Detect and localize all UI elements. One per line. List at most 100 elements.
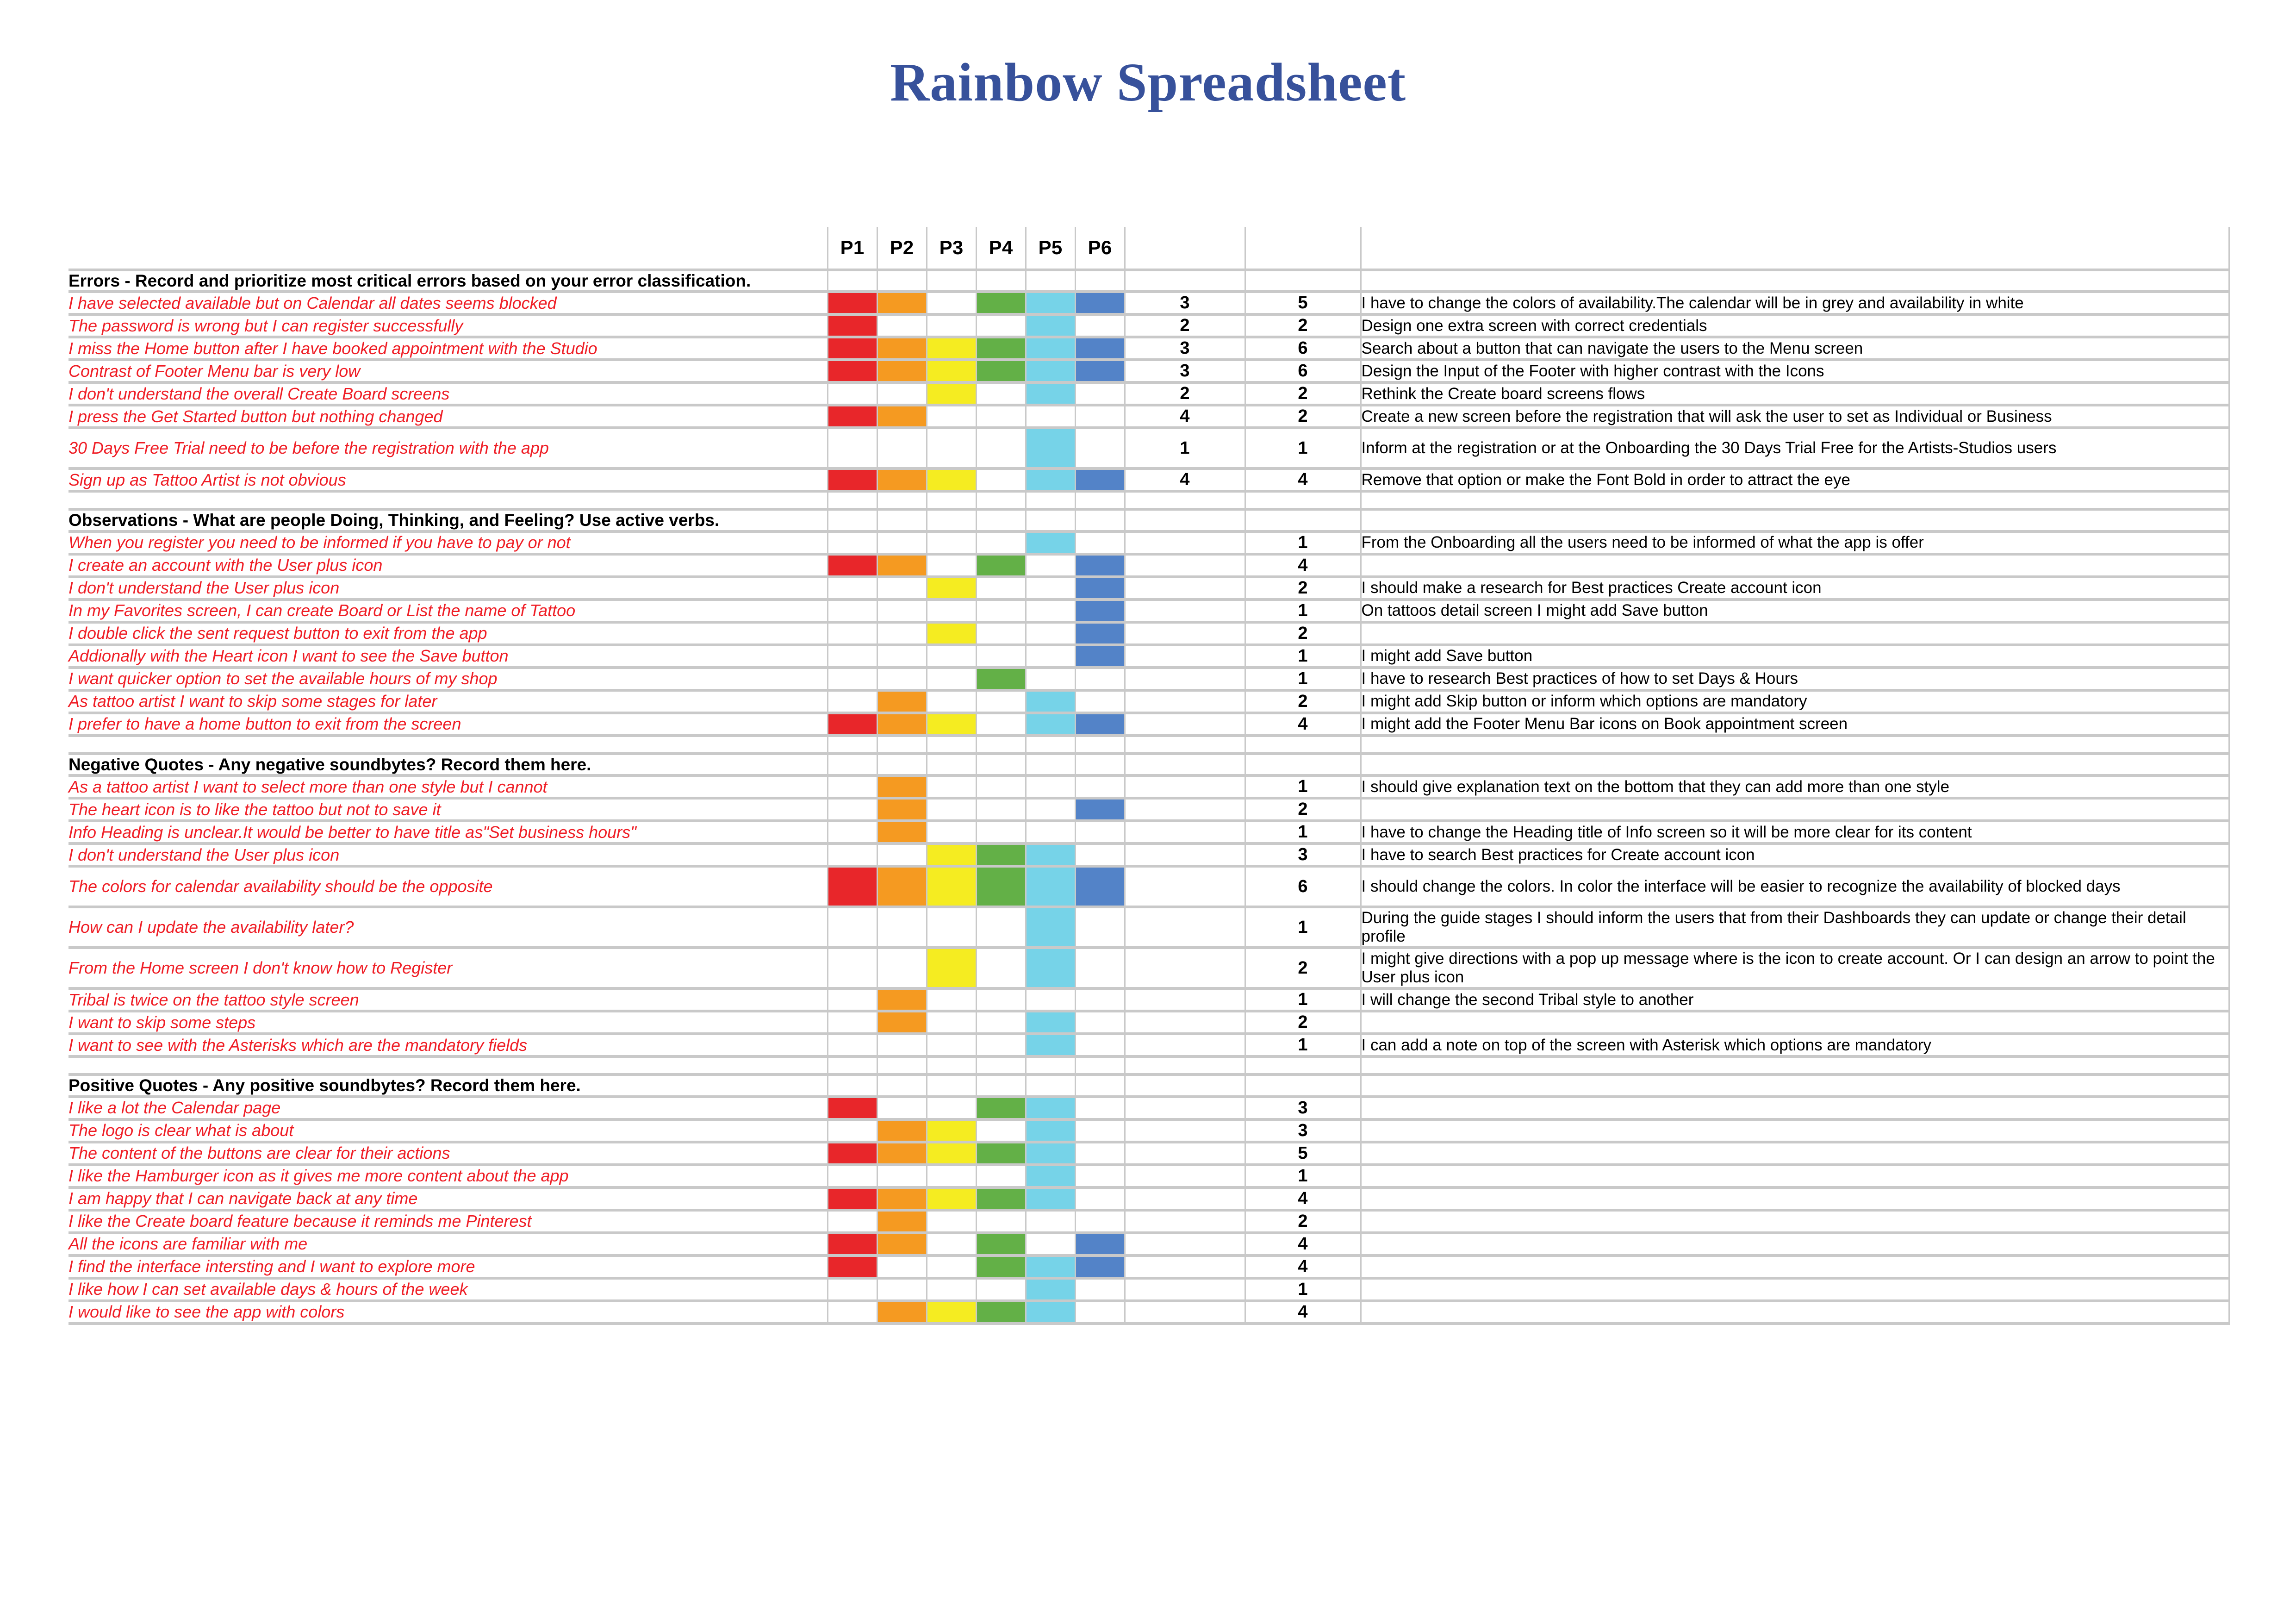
participant-cell-p2[interactable] [877, 1164, 927, 1189]
table-row[interactable]: From the Home screen I don't know how to… [68, 948, 2230, 990]
participant-cell-p1[interactable] [828, 292, 878, 316]
participant-cell-p6[interactable] [1075, 866, 1126, 909]
participant-cell-p1[interactable] [828, 948, 878, 990]
participant-cell-p5[interactable] [1026, 1278, 1076, 1302]
participant-cell-p6[interactable] [1075, 988, 1126, 1013]
participant-cell-p5[interactable] [1026, 1096, 1076, 1121]
participant-cell-p4[interactable] [976, 1011, 1027, 1036]
participant-cell-p5[interactable] [1026, 428, 1076, 470]
participant-cell-p1[interactable] [828, 843, 878, 868]
participant-cell-p1[interactable] [828, 907, 878, 949]
participant-cell-p1[interactable] [828, 576, 878, 601]
participant-cell-p1[interactable] [828, 1210, 878, 1234]
participant-cell-p1[interactable] [828, 775, 878, 800]
participant-cell-p3[interactable] [927, 1278, 977, 1302]
participant-cell-p6[interactable] [1075, 712, 1126, 737]
participant-cell-p4[interactable] [976, 1164, 1027, 1189]
participant-cell-p2[interactable] [877, 690, 927, 714]
participant-cell-p3[interactable] [927, 843, 977, 868]
participant-cell-p4[interactable] [976, 1210, 1027, 1234]
participant-cell-p4[interactable] [976, 1096, 1027, 1121]
participant-cell-p6[interactable] [1075, 531, 1126, 556]
participant-cell-p4[interactable] [976, 948, 1027, 990]
participant-cell-p6[interactable] [1075, 468, 1126, 493]
participant-cell-p4[interactable] [976, 821, 1027, 845]
participant-cell-p2[interactable] [877, 1096, 927, 1121]
participant-cell-p4[interactable] [976, 667, 1027, 692]
participant-cell-p2[interactable] [877, 468, 927, 493]
participant-cell-p1[interactable] [828, 428, 878, 470]
participant-cell-p1[interactable] [828, 1300, 878, 1325]
participant-cell-p2[interactable] [877, 1011, 927, 1036]
table-row[interactable]: All the icons are familiar with me 4 [68, 1232, 2230, 1257]
participant-cell-p2[interactable] [877, 599, 927, 624]
participant-cell-p3[interactable] [927, 1142, 977, 1166]
table-row[interactable]: I press the Get Started button but nothi… [68, 405, 2230, 430]
participant-cell-p3[interactable] [927, 821, 977, 845]
participant-cell-p2[interactable] [877, 948, 927, 990]
participant-cell-p6[interactable] [1075, 1119, 1126, 1143]
table-row[interactable]: Addionally with the Heart icon I want to… [68, 644, 2230, 669]
participant-cell-p4[interactable] [976, 644, 1027, 669]
participant-cell-p2[interactable] [877, 907, 927, 949]
participant-cell-p4[interactable] [976, 775, 1027, 800]
table-row[interactable]: The colors for calendar availability sho… [68, 866, 2230, 909]
participant-cell-p3[interactable] [927, 428, 977, 470]
participant-cell-p4[interactable] [976, 554, 1027, 578]
participant-cell-p6[interactable] [1075, 667, 1126, 692]
participant-cell-p5[interactable] [1026, 644, 1076, 669]
participant-cell-p2[interactable] [877, 1034, 927, 1058]
participant-cell-p3[interactable] [927, 1096, 977, 1121]
participant-cell-p4[interactable] [976, 843, 1027, 868]
table-row[interactable]: In my Favorites screen, I can create Boa… [68, 599, 2230, 624]
participant-cell-p4[interactable] [976, 798, 1027, 823]
participant-cell-p1[interactable] [828, 1034, 878, 1058]
participant-cell-p6[interactable] [1075, 1278, 1126, 1302]
participant-cell-p5[interactable] [1026, 1232, 1076, 1257]
participant-cell-p5[interactable] [1026, 798, 1076, 823]
participant-cell-p2[interactable] [877, 531, 927, 556]
participant-cell-p3[interactable] [927, 907, 977, 949]
participant-cell-p2[interactable] [877, 554, 927, 578]
table-row[interactable]: I double click the sent request button t… [68, 622, 2230, 646]
participant-cell-p4[interactable] [976, 1142, 1027, 1166]
participant-cell-p6[interactable] [1075, 690, 1126, 714]
participant-cell-p2[interactable] [877, 843, 927, 868]
participant-cell-p2[interactable] [877, 576, 927, 601]
participant-cell-p5[interactable] [1026, 405, 1076, 430]
participant-cell-p2[interactable] [877, 337, 927, 362]
table-row[interactable]: Info Heading is unclear.It would be bett… [68, 821, 2230, 845]
participant-cell-p2[interactable] [877, 798, 927, 823]
participant-cell-p3[interactable] [927, 468, 977, 493]
table-row[interactable]: When you register you need to be informe… [68, 531, 2230, 556]
participant-cell-p3[interactable] [927, 531, 977, 556]
participant-cell-p2[interactable] [877, 821, 927, 845]
participant-cell-p5[interactable] [1026, 360, 1076, 384]
participant-cell-p1[interactable] [828, 1278, 878, 1302]
participant-cell-p5[interactable] [1026, 554, 1076, 578]
participant-cell-p1[interactable] [828, 405, 878, 430]
participant-cell-p6[interactable] [1075, 360, 1126, 384]
participant-cell-p3[interactable] [927, 1034, 977, 1058]
participant-cell-p6[interactable] [1075, 1255, 1126, 1280]
participant-cell-p4[interactable] [976, 1255, 1027, 1280]
participant-cell-p4[interactable] [976, 468, 1027, 493]
participant-cell-p3[interactable] [927, 1187, 977, 1212]
participant-cell-p3[interactable] [927, 314, 977, 339]
participant-cell-p5[interactable] [1026, 1011, 1076, 1036]
participant-cell-p1[interactable] [828, 360, 878, 384]
participant-cell-p1[interactable] [828, 382, 878, 407]
participant-cell-p1[interactable] [828, 531, 878, 556]
participant-cell-p4[interactable] [976, 599, 1027, 624]
participant-cell-p3[interactable] [927, 948, 977, 990]
participant-cell-p1[interactable] [828, 866, 878, 909]
participant-cell-p1[interactable] [828, 599, 878, 624]
participant-cell-p3[interactable] [927, 866, 977, 909]
participant-cell-p2[interactable] [877, 405, 927, 430]
participant-cell-p5[interactable] [1026, 1210, 1076, 1234]
participant-cell-p5[interactable] [1026, 712, 1076, 737]
participant-cell-p6[interactable] [1075, 821, 1126, 845]
participant-cell-p4[interactable] [976, 405, 1027, 430]
participant-cell-p1[interactable] [828, 1255, 878, 1280]
participant-cell-p3[interactable] [927, 775, 977, 800]
